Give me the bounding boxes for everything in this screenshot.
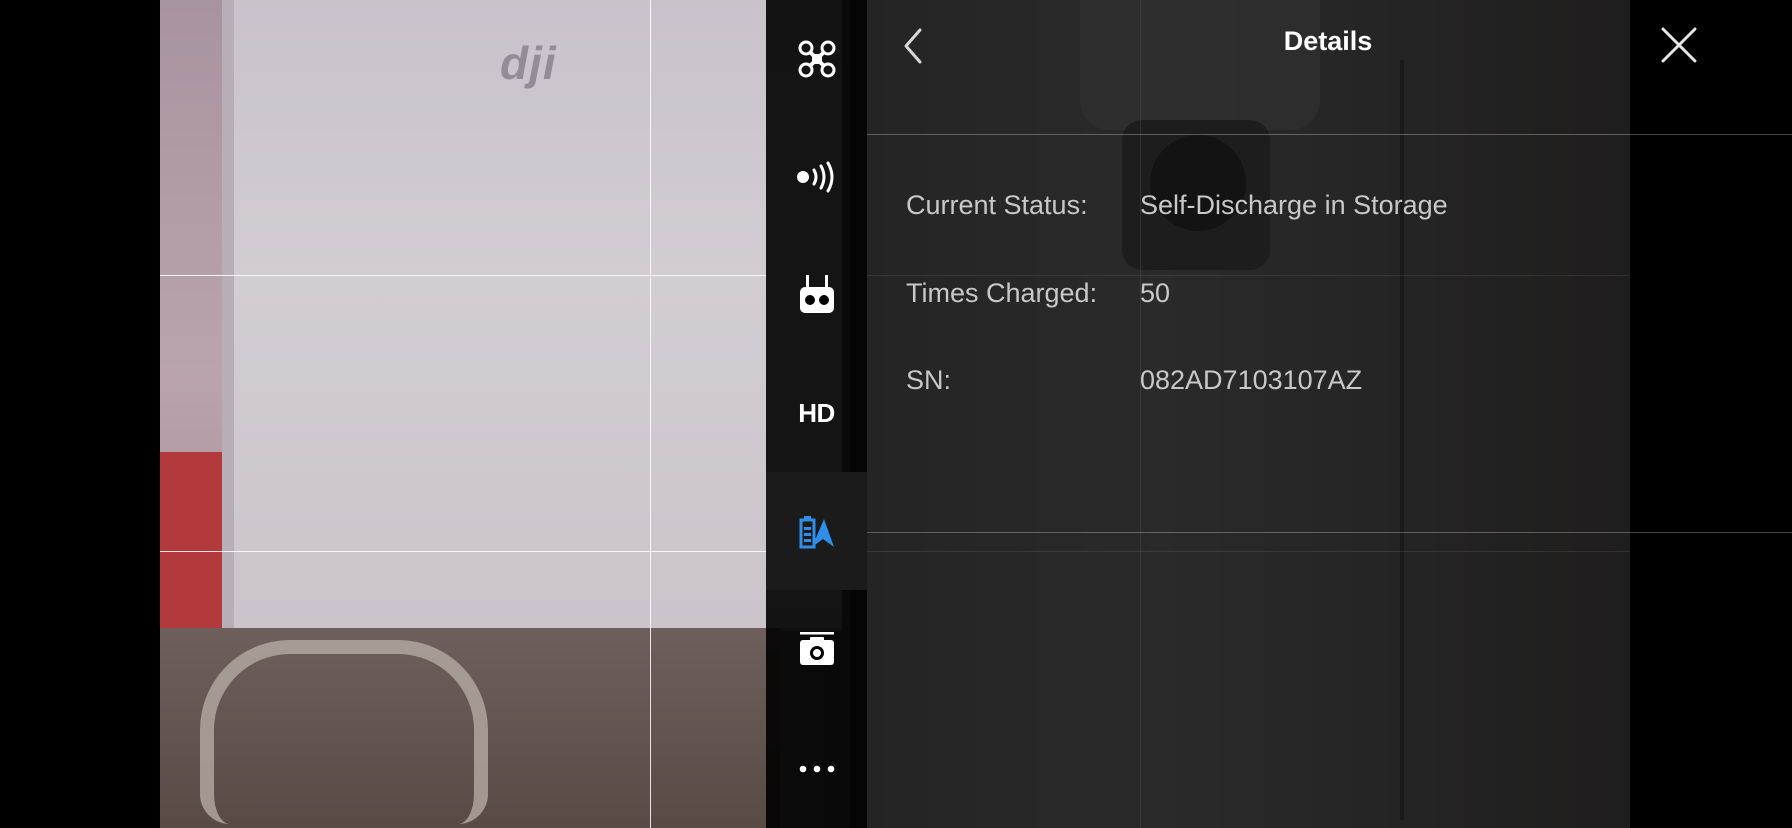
chevron-left-icon [904, 28, 922, 64]
sidebar-item-more[interactable] [766, 710, 867, 828]
close-button[interactable] [1660, 26, 1698, 64]
times-charged-label: Times Charged: [906, 278, 1098, 308]
sidebar-item-signal[interactable] [766, 118, 867, 236]
sidebar-item-camera[interactable] [766, 590, 867, 708]
times-charged-value: 50 [1140, 278, 1171, 308]
background-cable [200, 640, 488, 824]
details-panel [867, 0, 1630, 828]
current-status-label: Current Status: [906, 190, 1088, 220]
sidebar-item-remote-controller[interactable] [766, 236, 867, 354]
signal-icon [796, 161, 833, 193]
close-icon [1661, 27, 1697, 63]
grid-line-h2 [160, 551, 766, 552]
section-divider [867, 532, 1792, 533]
grid-line-v1 [650, 0, 651, 828]
background-object [160, 452, 222, 632]
camera-icon [799, 632, 834, 665]
sn-value: 082AD7103107AZ [1140, 365, 1363, 395]
background-box [222, 0, 842, 631]
aircraft-icon [798, 40, 835, 78]
header-divider [867, 134, 1792, 135]
sidebar-item-aircraft[interactable] [766, 0, 867, 118]
app-screen: dji HD Details Current Status: Self-Disc… [0, 0, 1792, 828]
sn-label: SN: [906, 365, 952, 395]
right-margin [1630, 0, 1792, 828]
hd-video-icon: HD [798, 397, 835, 428]
battery-icon [799, 516, 834, 549]
background-box-edge [222, 0, 234, 628]
back-button[interactable] [896, 24, 932, 68]
box-logo-mark: dji [500, 37, 557, 89]
sidebar-item-battery[interactable] [766, 472, 867, 590]
remote-controller-icon [799, 275, 834, 313]
more-icon [799, 765, 834, 773]
page-title: Details [1283, 26, 1373, 56]
settings-sidebar: HD [766, 0, 867, 828]
sidebar-item-hd-video[interactable]: HD [766, 354, 867, 472]
current-status-value: Self-Discharge in Storage [1140, 190, 1448, 220]
grid-line-h1 [160, 275, 766, 276]
